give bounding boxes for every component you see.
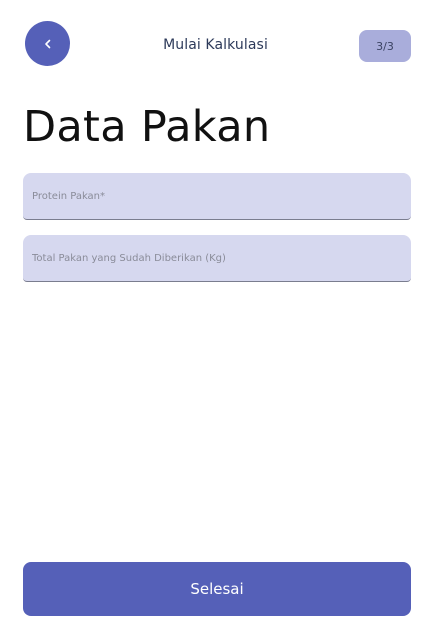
step-indicator-badge: 3/3 xyxy=(359,30,411,62)
finish-button[interactable]: Selesai xyxy=(23,562,411,616)
protein-field[interactable] xyxy=(23,173,411,220)
total-feed-input[interactable] xyxy=(23,235,411,281)
total-feed-field[interactable] xyxy=(23,235,411,282)
protein-input[interactable] xyxy=(23,173,411,219)
page-title: Data Pakan xyxy=(23,102,271,152)
calculation-screen: Mulai Kalkulasi 3/3 Data Pakan Selesai xyxy=(0,0,437,622)
